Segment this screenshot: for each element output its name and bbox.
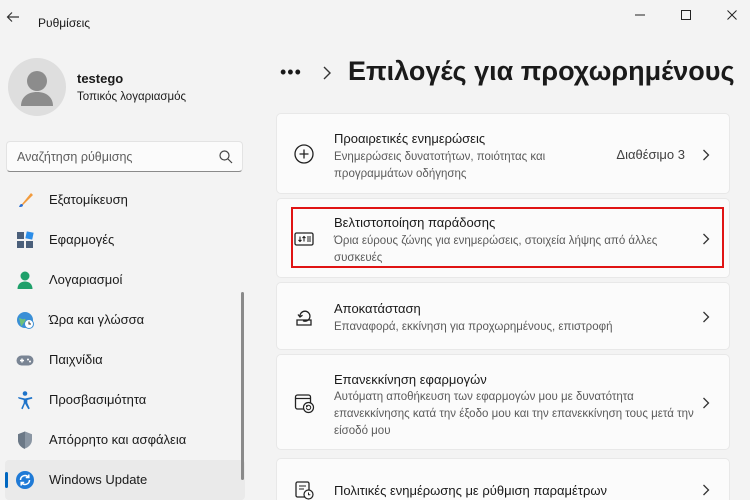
title-bar: Ρυθμίσεις [0, 0, 750, 36]
sidebar-item-label: Windows Update [49, 472, 148, 487]
card-configured-update-policies[interactable]: Πολιτικές ενημέρωσης με ρύθμιση παραμέτρ… [276, 458, 730, 500]
card-title: Αποκατάσταση [334, 301, 421, 316]
update-icon [16, 471, 34, 489]
apps-icon [17, 231, 34, 248]
sidebar-item-label: Απόρρητο και ασφάλεια [49, 432, 187, 447]
card-description: Αυτόματη αποθήκευση των εφαρμογών μου με… [334, 391, 694, 437]
available-updates-count: Διαθέσιμο 3 [616, 147, 685, 162]
card-description: Ενημερώσεις δυνατοτήτων, ποιότητας και π… [334, 151, 546, 180]
sidebar-item-label: Προσβασιμότητα [49, 392, 147, 407]
sidebar-item-label: Λογαριασμοί [49, 272, 123, 287]
plus-circle-icon [294, 144, 314, 164]
chevron-right-icon [703, 149, 710, 161]
close-button[interactable] [718, 4, 746, 26]
policy-icon [295, 481, 314, 500]
active-indicator [5, 472, 8, 488]
sidebar-item-label: Ώρα και γλώσσα [49, 312, 145, 327]
page-title: Επιλογές για προχωρημένους [348, 56, 735, 86]
highlight-box [291, 207, 724, 268]
avatar[interactable] [8, 58, 66, 116]
back-arrow-icon [6, 12, 19, 22]
back-button[interactable] [2, 6, 24, 28]
card-recovery[interactable]: Αποκατάσταση Επαναφορά, εκκίνηση για προ… [276, 282, 730, 350]
minimize-icon [635, 14, 645, 16]
breadcrumb-more-button[interactable]: ••• [280, 62, 302, 83]
search-placeholder: Αναζήτηση ρύθμισης [17, 150, 133, 164]
clock-globe-icon [17, 312, 34, 329]
search-icon [219, 150, 233, 164]
recovery-icon [296, 310, 312, 326]
sidebar-item-personalization[interactable]: Εξατομίκευση [5, 180, 245, 220]
card-title: Προαιρετικές ενημερώσεις [334, 131, 486, 146]
person-icon [21, 71, 53, 106]
sidebar-item-gaming[interactable]: Παιχνίδια [5, 340, 245, 380]
card-restart-apps[interactable]: Επανεκκίνηση εφαρμογών Αυτόματη αποθήκευ… [276, 354, 730, 450]
app-title: Ρυθμίσεις [38, 16, 91, 30]
gamepad-icon [16, 355, 34, 366]
sidebar-item-time-language[interactable]: Ώρα και γλώσσα [5, 300, 245, 340]
close-icon [727, 10, 737, 20]
brush-icon [19, 193, 33, 207]
minimize-button[interactable] [626, 4, 654, 26]
person-icon [17, 271, 33, 289]
card-description: Επαναφορά, εκκίνηση για προχωρημένους, ε… [334, 321, 613, 333]
chevron-right-icon [703, 397, 710, 409]
sidebar-item-label: Εφαρμογές [49, 232, 115, 247]
sidebar-item-accounts[interactable]: Λογαριασμοί [5, 260, 245, 300]
accessibility-icon [18, 391, 33, 410]
sidebar-item-windows-update[interactable]: Windows Update [5, 460, 245, 500]
sidebar-nav: Εξατομίκευση Εφαρμογές Λογαριασμοί Ώρα κ… [5, 180, 245, 500]
sidebar-scrollbar[interactable] [241, 292, 244, 480]
restart-apps-icon [294, 394, 315, 414]
sidebar-item-label: Εξατομίκευση [49, 192, 128, 207]
sidebar-item-apps[interactable]: Εφαρμογές [5, 220, 245, 260]
account-type: Τοπικός λογαριασμός [77, 91, 187, 103]
card-optional-updates[interactable]: Προαιρετικές ενημερώσεις Ενημερώσεις δυν… [276, 113, 730, 194]
sidebar-item-accessibility[interactable]: Προσβασιμότητα [5, 380, 245, 420]
maximize-button[interactable] [672, 4, 700, 26]
chevron-right-icon [703, 311, 710, 323]
maximize-icon [681, 10, 691, 20]
sidebar-item-privacy-security[interactable]: Απόρρητο και ασφάλεια [5, 420, 245, 460]
card-title: Πολιτικές ενημέρωσης με ρύθμιση παραμέτρ… [334, 483, 607, 498]
card-title: Επανεκκίνηση εφαρμογών [334, 372, 487, 387]
shield-icon [18, 431, 32, 449]
search-input[interactable]: Αναζήτηση ρύθμισης [6, 141, 243, 172]
chevron-right-icon [323, 66, 331, 80]
chevron-right-icon [703, 484, 710, 496]
user-name: testego [77, 71, 124, 86]
sidebar-item-label: Παιχνίδια [49, 352, 103, 367]
